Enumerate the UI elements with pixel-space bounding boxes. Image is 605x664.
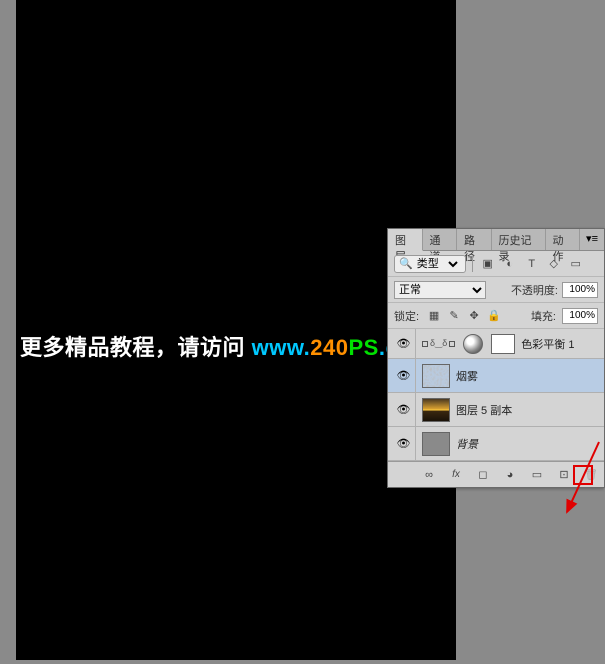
- eye-icon: 👁: [397, 369, 411, 382]
- blend-row: 正常 不透明度:: [388, 277, 604, 303]
- link-layers-icon[interactable]: ∞: [420, 466, 438, 484]
- blend-mode-select[interactable]: 正常: [394, 281, 486, 299]
- fx-icon[interactable]: fx: [447, 466, 465, 484]
- adjustment-layer-icon[interactable]: ◕: [501, 466, 519, 484]
- delete-layer-icon[interactable]: 🗑: [582, 466, 600, 484]
- layer-name[interactable]: 色彩平衡 1: [521, 336, 600, 352]
- tab-paths[interactable]: 路径: [457, 229, 492, 250]
- layer-thumb: [422, 432, 450, 456]
- layer-row[interactable]: 👁 背景: [388, 427, 604, 461]
- visibility-toggle[interactable]: 👁: [392, 329, 416, 358]
- eye-icon: 👁: [397, 403, 411, 416]
- divider: [472, 256, 473, 272]
- filter-text-icon[interactable]: T: [523, 255, 541, 273]
- layer-filter-type[interactable]: 🔍 类型: [394, 255, 466, 273]
- tab-layers[interactable]: 图层: [388, 229, 423, 251]
- filter-shape-icon[interactable]: ◇: [545, 255, 563, 273]
- tab-history[interactable]: 历史记录: [492, 229, 546, 250]
- lock-row: 锁定: ▦ ✎ ✥ 🔒 填充:: [388, 303, 604, 329]
- fill-label: 填充:: [531, 308, 556, 324]
- filter-select[interactable]: 类型: [413, 257, 461, 271]
- layers-list: 👁 δ‿δ 色彩平衡 1 👁 烟雾 👁 图层 5 副本 👁 背景: [388, 329, 604, 461]
- layer-name[interactable]: 背景: [456, 436, 600, 452]
- adjustment-link-icon: δ‿δ: [422, 338, 455, 349]
- lock-position-icon[interactable]: ✥: [465, 307, 483, 325]
- layer-mask-thumb[interactable]: [491, 334, 515, 354]
- layer-thumb: [422, 398, 450, 422]
- fill-input[interactable]: [562, 308, 598, 324]
- add-mask-icon[interactable]: ◻: [474, 466, 492, 484]
- tab-actions[interactable]: 动作: [546, 229, 581, 250]
- search-icon: 🔍: [399, 257, 413, 270]
- filter-row: 🔍 类型 ▣ ◐ T ◇ ▭: [388, 251, 604, 277]
- adjustment-thumb: [463, 334, 483, 354]
- visibility-toggle[interactable]: 👁: [392, 427, 416, 460]
- layer-row[interactable]: 👁 烟雾: [388, 359, 604, 393]
- new-group-icon[interactable]: ▭: [528, 466, 546, 484]
- eye-icon: 👁: [397, 437, 411, 450]
- tab-channels[interactable]: 通道: [423, 229, 458, 250]
- visibility-toggle[interactable]: 👁: [392, 359, 416, 392]
- panel-tabs: 图层 通道 路径 历史记录 动作 ▾≡: [388, 229, 604, 251]
- filter-smart-icon[interactable]: ▭: [567, 255, 585, 273]
- lock-transparent-icon[interactable]: ▦: [425, 307, 443, 325]
- layers-toolbar: ∞ fx ◻ ◕ ▭ ⊡ 🗑: [388, 461, 604, 487]
- visibility-toggle[interactable]: 👁: [392, 393, 416, 426]
- filter-adjust-icon[interactable]: ◐: [501, 255, 519, 273]
- lock-pixels-icon[interactable]: ✎: [445, 307, 463, 325]
- panel-menu-icon[interactable]: ▾≡: [580, 229, 604, 250]
- new-layer-icon[interactable]: ⊡: [555, 466, 573, 484]
- layers-panel: 图层 通道 路径 历史记录 动作 ▾≡ 🔍 类型 ▣ ◐ T ◇ ▭ 正常 不透…: [387, 228, 605, 488]
- layer-thumb: [422, 364, 450, 388]
- lock-all-icon[interactable]: 🔒: [485, 307, 503, 325]
- filter-pixel-icon[interactable]: ▣: [479, 255, 497, 273]
- layer-row[interactable]: 👁 图层 5 副本: [388, 393, 604, 427]
- layer-name[interactable]: 图层 5 副本: [456, 402, 600, 418]
- opacity-input[interactable]: [562, 282, 598, 298]
- eye-icon: 👁: [397, 337, 411, 350]
- layer-row[interactable]: 👁 δ‿δ 色彩平衡 1: [388, 329, 604, 359]
- lock-label: 锁定:: [394, 308, 419, 324]
- layer-name[interactable]: 烟雾: [456, 368, 600, 384]
- opacity-label: 不透明度:: [511, 282, 558, 298]
